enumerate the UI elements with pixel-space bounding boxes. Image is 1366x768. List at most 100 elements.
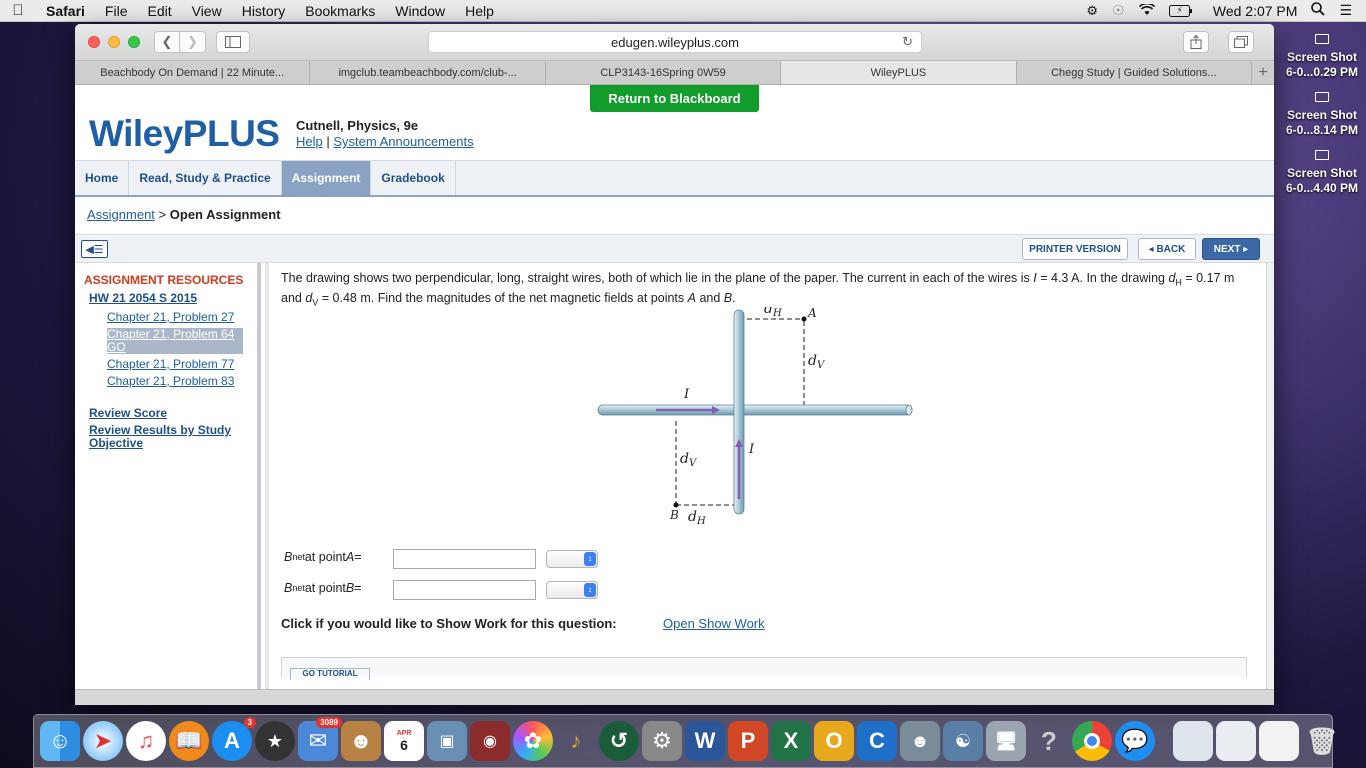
photo-booth-icon[interactable]: ◉ [470, 721, 510, 761]
chapter-link-83[interactable]: Chapter 21, Problem 83 [107, 375, 243, 388]
spotlight-icon[interactable] [1311, 2, 1326, 19]
zoom-window-button[interactable] [128, 36, 140, 48]
contacts-icon[interactable]: ☻ [341, 721, 381, 761]
bnet-b-units-select[interactable]: ↕ [546, 581, 598, 599]
desktop-file-screenshot-3[interactable]: Screen Shot 6-0...4.40 PM [1278, 150, 1366, 196]
collapse-sidebar-button[interactable]: ◀☰ [81, 240, 108, 258]
microsoft-word-icon[interactable]: W [685, 721, 725, 761]
wires-diagram: dH A dV I I dV B dH [597, 307, 913, 527]
chapter-link-64[interactable]: Chapter 21, Problem 64 GO [107, 328, 243, 354]
dock-window-preview-1[interactable] [1173, 721, 1213, 761]
chapter-link-27[interactable]: Chapter 21, Problem 27 [107, 311, 243, 324]
back-button[interactable]: ◂ BACK [1138, 238, 1196, 260]
microsoft-excel-icon[interactable]: X [771, 721, 811, 761]
back-nav-button[interactable]: ❮ [154, 31, 180, 53]
sidebar-toggle-button[interactable] [216, 31, 250, 53]
browser-tab-chegg[interactable]: Chegg Study | Guided Solutions... [1017, 61, 1253, 84]
menu-history[interactable]: History [232, 3, 296, 19]
menu-help[interactable]: Help [455, 3, 504, 19]
close-window-button[interactable] [88, 36, 100, 48]
menu-edit[interactable]: Edit [137, 3, 181, 19]
notification-center-icon[interactable]: ☰ [1339, 2, 1352, 19]
mail-icon[interactable]: ✉ 3089 [298, 717, 342, 761]
content-scrollbar[interactable] [1266, 263, 1274, 705]
tabs-icon [1234, 36, 1248, 48]
sync-icon[interactable]: ☉ [1112, 2, 1125, 19]
menu-app-name[interactable]: Safari [36, 3, 95, 19]
chrome-icon[interactable] [1072, 721, 1112, 761]
tab-bar: Beachbody On Demand | 22 Minute... imgcl… [75, 61, 1274, 85]
forward-nav-button[interactable]: ❯ [180, 31, 206, 53]
homework-link[interactable]: HW 21 2054 S 2015 [89, 291, 197, 305]
battery-icon[interactable]: ⚡ [1168, 4, 1199, 17]
messages-icon[interactable]: 💬 [1115, 721, 1155, 761]
status-app-icon[interactable]: ⚙ [1086, 3, 1098, 19]
menu-file[interactable]: File [95, 3, 138, 19]
calendar-icon[interactable]: APR 6 [384, 721, 424, 761]
chapter-link-77[interactable]: Chapter 21, Problem 77 [107, 358, 243, 371]
menu-window[interactable]: Window [385, 3, 455, 19]
minimize-window-button[interactable] [108, 36, 120, 48]
bnet-a-input[interactable] [393, 549, 536, 569]
show-tabs-button[interactable] [1228, 31, 1254, 53]
tab-read-study-practice[interactable]: Read, Study & Practice [129, 161, 282, 195]
share-button[interactable] [1183, 31, 1209, 53]
menu-view[interactable]: View [182, 3, 232, 19]
wifi-icon[interactable] [1138, 2, 1155, 19]
bnet-b-input[interactable] [393, 580, 536, 600]
microsoft-powerpoint-icon[interactable]: P [728, 721, 768, 761]
sidebar-icon [225, 36, 241, 48]
browser-tab-beachbody[interactable]: Beachbody On Demand | 22 Minute... [75, 61, 311, 84]
printer-version-button[interactable]: PRINTER VERSION [1022, 238, 1128, 260]
open-show-work-link[interactable]: Open Show Work [663, 616, 765, 631]
garageband-icon[interactable]: ♪ [556, 721, 596, 761]
desktop-file-screenshot-1[interactable]: Screen Shot 6-0...0.29 PM [1278, 34, 1366, 80]
browser-tab-wileyplus[interactable]: WileyPLUS [781, 61, 1017, 84]
system-announcements-link[interactable]: System Announcements [333, 134, 473, 149]
menu-bookmarks[interactable]: Bookmarks [295, 3, 385, 19]
panel-divider[interactable] [265, 263, 269, 705]
ibooks-icon[interactable]: 📖 [169, 721, 209, 761]
trash-icon[interactable]: 🗑 [1302, 721, 1342, 761]
launchpad-icon[interactable]: ★ [255, 721, 295, 761]
time-machine-icon[interactable]: ↺ [599, 721, 639, 761]
new-tab-button[interactable]: + [1252, 61, 1274, 84]
messenger-icon[interactable]: ☻ [900, 721, 940, 761]
help-link[interactable]: Help [296, 134, 323, 149]
next-button[interactable]: NEXT ▸ [1202, 238, 1260, 260]
return-to-blackboard-button[interactable]: Return to Blackboard [590, 85, 759, 112]
review-results-link[interactable]: Review Results by Study Objective [89, 424, 249, 450]
dock-window-preview-3[interactable] [1259, 721, 1299, 761]
desktop-file-name: Screen Shot [1286, 108, 1358, 122]
clock[interactable]: Wed 2:07 PM [1213, 3, 1298, 19]
tab-home[interactable]: Home [75, 161, 130, 195]
bnet-a-units-select[interactable]: ↕ [546, 550, 598, 568]
network-icon[interactable]: ☯ [943, 721, 983, 761]
chevron-right-icon: ❯ [187, 34, 198, 49]
review-score-link[interactable]: Review Score [89, 407, 249, 420]
help-icon[interactable]: ? [1029, 721, 1069, 761]
outlook-icon[interactable]: O [814, 721, 854, 761]
reload-icon[interactable]: ↻ [902, 34, 913, 50]
tab-assignment[interactable]: Assignment [281, 161, 372, 195]
finder-icon[interactable]: ☺ [40, 721, 80, 761]
itunes-icon[interactable]: ♫ [126, 721, 166, 761]
preview-icon[interactable]: ▣ [427, 721, 467, 761]
desktop-file-screenshot-2[interactable]: Screen Shot 6-0...8.14 PM [1278, 92, 1366, 138]
c-app-icon[interactable]: C [857, 721, 897, 761]
system-preferences-icon[interactable]: ⚙ [642, 721, 682, 761]
go-tutorial-tab[interactable]: GO TUTORIAL [290, 668, 370, 680]
safari-icon[interactable]: ➤ [83, 721, 123, 761]
remote-desktop-icon[interactable]: 🖥 [986, 721, 1026, 761]
browser-tab-imgclub[interactable]: imgclub.teambeachbody.com/club-... [310, 61, 546, 84]
wileyplus-logo[interactable]: WileyPLUS [89, 113, 280, 155]
svg-text:dH: dH [688, 509, 706, 527]
browser-tab-clp3143[interactable]: CLP3143-16Spring 0W59 [546, 61, 782, 84]
address-bar[interactable]: edugen.wileyplus.com ↻ [428, 31, 922, 53]
photos-icon[interactable]: ✿ [513, 721, 553, 761]
app-store-icon[interactable]: A3 [212, 717, 256, 761]
tab-gradebook[interactable]: Gradebook [371, 161, 456, 195]
breadcrumb-assignment-link[interactable]: Assignment [87, 207, 155, 222]
apple-menu-icon[interactable]:  [0, 2, 36, 19]
dock-window-preview-2[interactable] [1216, 721, 1256, 761]
